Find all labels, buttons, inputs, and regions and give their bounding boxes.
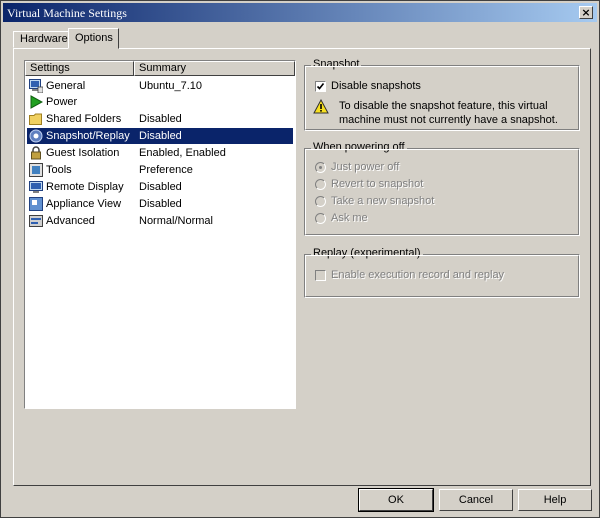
general-icon	[29, 79, 44, 94]
list-item-label: Remote Display	[46, 181, 124, 193]
list-item-label: Shared Folders	[46, 113, 122, 125]
help-button[interactable]: Help	[518, 489, 592, 511]
tab-options[interactable]: Options	[68, 28, 119, 49]
close-button[interactable]: ×	[579, 6, 593, 19]
list-item-general[interactable]: General Ubuntu_7.10	[27, 78, 293, 94]
ok-button[interactable]: OK	[358, 488, 434, 512]
list-item-advanced[interactable]: Advanced Normal/Normal	[27, 213, 293, 229]
snapshot-group: Snapshot Disable snapshots To disable th…	[304, 58, 580, 131]
list-item-appliance-view[interactable]: Appliance View Disabled	[27, 196, 293, 212]
list-item-guest-isolation[interactable]: Guest Isolation Enabled, Enabled	[27, 145, 293, 161]
column-header-summary[interactable]: Summary	[134, 61, 295, 76]
lock-icon	[29, 146, 43, 160]
snapshot-group-title: Snapshot	[311, 58, 362, 70]
warning-text-line2: machine must not currently have a snapsh…	[339, 114, 558, 126]
list-item-summary: Disabled	[139, 128, 182, 144]
window-title: Virtual Machine Settings	[7, 6, 127, 20]
advanced-icon	[29, 214, 43, 228]
take-new-snapshot-label[interactable]: Take a new snapshot	[331, 195, 434, 207]
list-item-snapshot-replay[interactable]: Snapshot/Replay Disabled	[27, 128, 293, 144]
list-item-label: Guest Isolation	[46, 147, 120, 159]
enable-replay-label[interactable]: Enable execution record and replay	[331, 269, 504, 281]
list-item-summary: Disabled	[139, 198, 182, 210]
radio-take-new-snapshot[interactable]	[315, 196, 326, 207]
list-item-label: General	[46, 80, 86, 92]
appliance-view-icon	[29, 197, 43, 211]
warning-icon	[313, 98, 329, 117]
list-item-summary: Disabled	[139, 181, 182, 193]
remote-display-icon	[29, 180, 43, 194]
list-item-shared-folders[interactable]: Shared Folders Disabled	[27, 111, 293, 127]
list-header: Settings Summary	[25, 61, 295, 76]
just-power-off-label[interactable]: Just power off	[331, 161, 399, 173]
list-item-power[interactable]: Power	[27, 94, 293, 110]
title-bar[interactable]: Virtual Machine Settings ×	[3, 3, 597, 22]
ask-me-label[interactable]: Ask me	[331, 212, 368, 224]
enable-replay-checkbox[interactable]	[315, 270, 326, 281]
warning-text-line1: To disable the snapshot feature, this vi…	[339, 100, 548, 112]
list-item-label: Snapshot/Replay	[45, 128, 131, 144]
folder-icon	[29, 112, 43, 126]
radio-just-power-off[interactable]	[315, 162, 326, 173]
revert-to-snapshot-label[interactable]: Revert to snapshot	[331, 178, 423, 190]
list-item-label: Tools	[46, 164, 72, 176]
cancel-button[interactable]: Cancel	[439, 489, 513, 511]
list-item-summary: Disabled	[139, 113, 182, 125]
list-item-label: Appliance View	[46, 198, 122, 210]
list-item-summary: Normal/Normal	[139, 215, 213, 227]
list-item-label: Advanced	[46, 215, 95, 227]
list-item-remote-display[interactable]: Remote Display Disabled	[27, 179, 293, 195]
power-icon	[29, 95, 44, 109]
powering-off-group-title: When powering off	[311, 141, 407, 153]
vm-settings-window: Virtual Machine Settings × Hardware Opti…	[0, 0, 600, 518]
radio-ask-me[interactable]	[315, 213, 326, 224]
replay-group-title: Replay (experimental)	[311, 247, 423, 259]
options-panel: Settings Summary General Ubuntu_7.10 Pow…	[13, 48, 591, 486]
list-item-label: Power	[46, 96, 78, 108]
settings-list[interactable]: Settings Summary General Ubuntu_7.10 Pow…	[24, 60, 296, 409]
list-item-tools[interactable]: Tools Preference	[27, 162, 293, 178]
powering-off-group: When powering off Just power off Revert …	[304, 141, 580, 236]
replay-group: Replay (experimental) Enable execution r…	[304, 247, 580, 298]
snapshot-icon	[29, 129, 43, 143]
column-header-settings[interactable]: Settings	[25, 61, 134, 76]
list-item-summary: Ubuntu_7.10	[139, 80, 202, 92]
list-item-summary: Enabled, Enabled	[139, 147, 226, 159]
radio-revert-to-snapshot[interactable]	[315, 179, 326, 190]
list-item-summary: Preference	[139, 164, 193, 176]
tab-hardware[interactable]: Hardware	[13, 31, 69, 48]
disable-snapshots-checkbox[interactable]	[315, 81, 326, 92]
tools-icon	[29, 163, 43, 177]
disable-snapshots-label[interactable]: Disable snapshots	[331, 80, 421, 92]
